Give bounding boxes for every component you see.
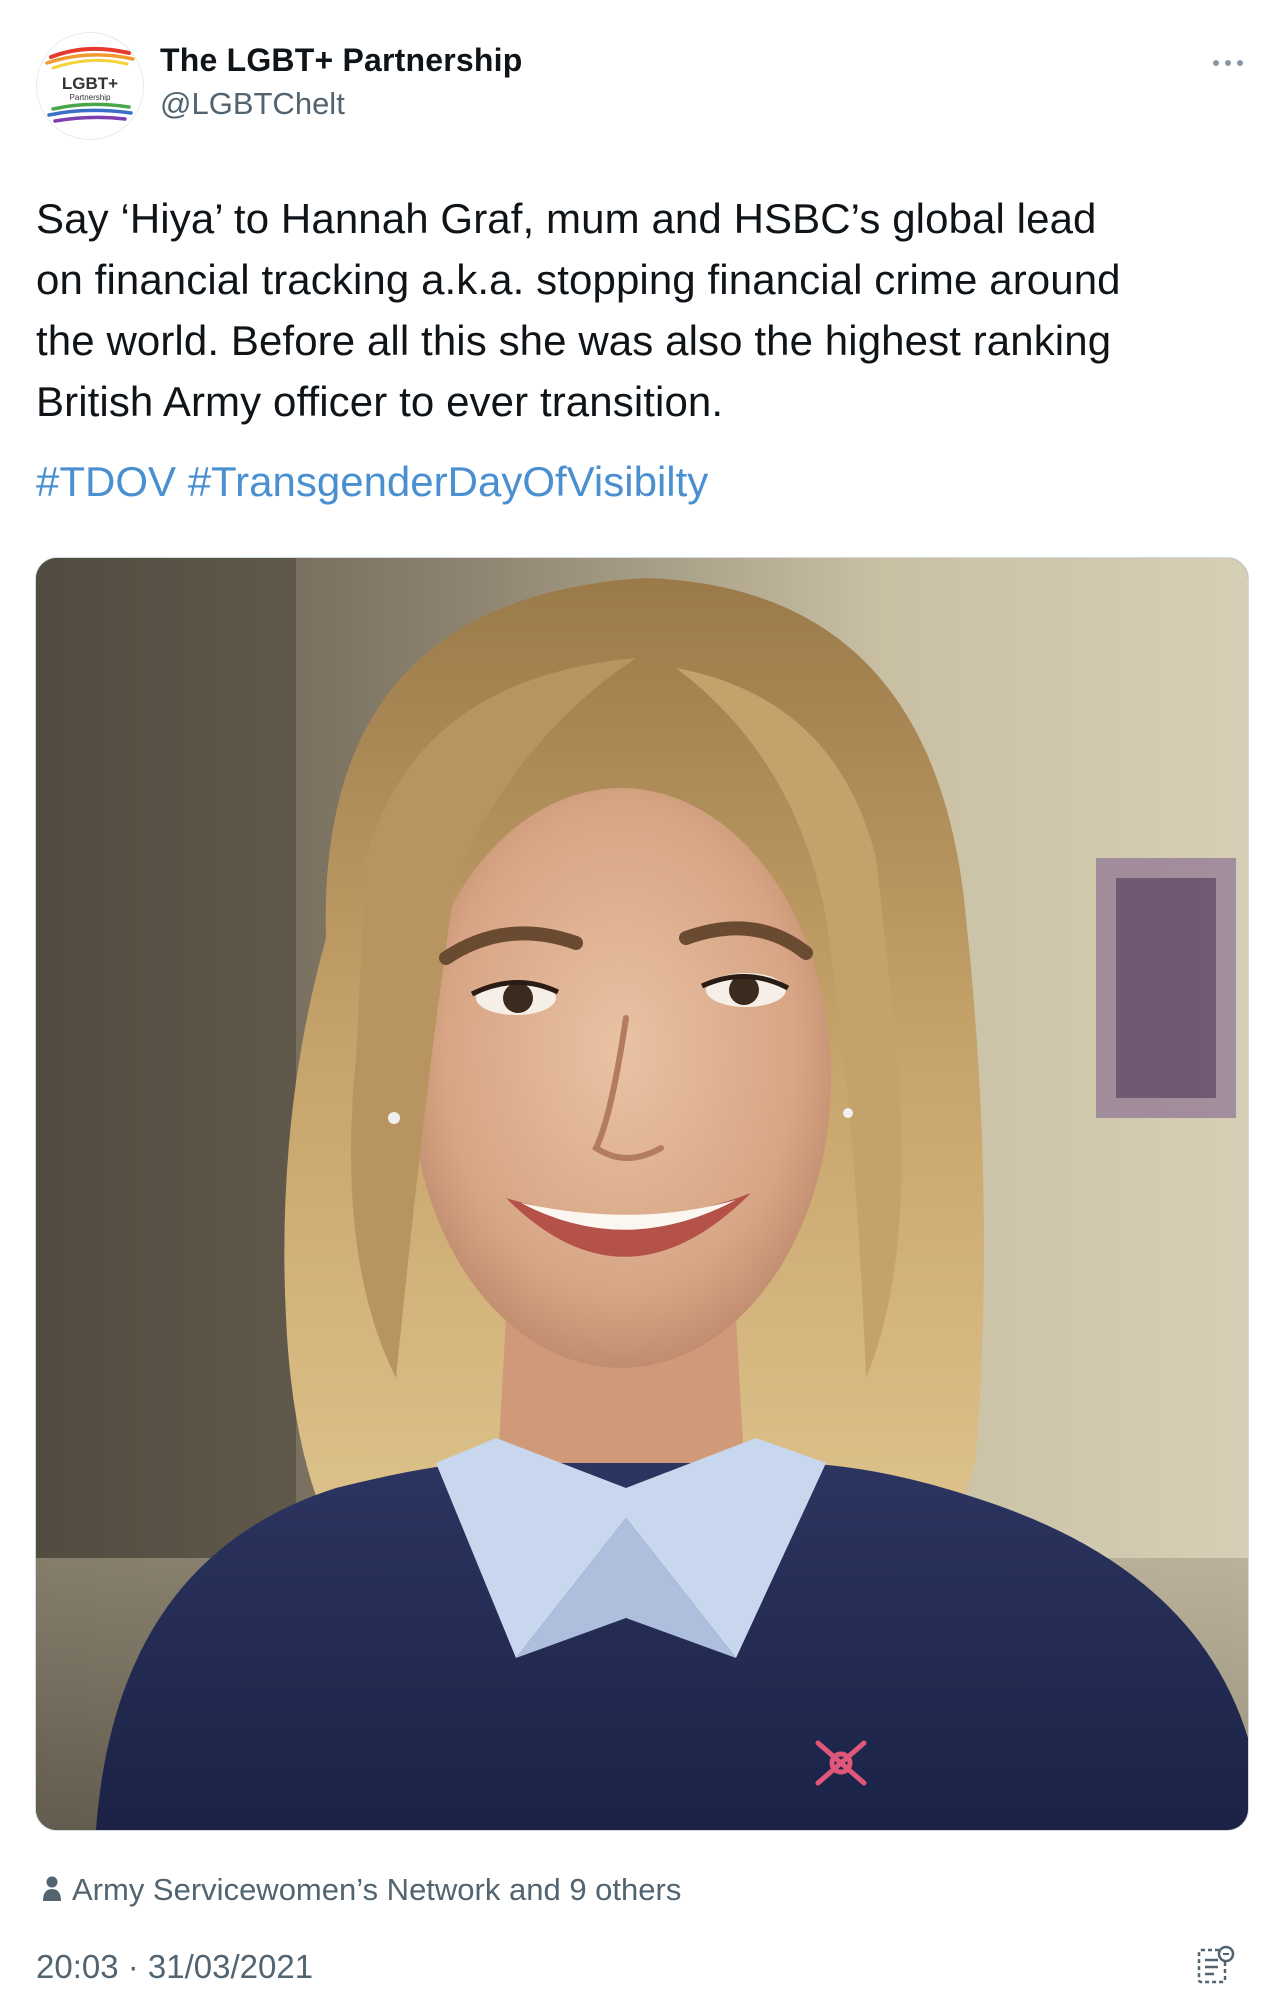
author-handle[interactable]: @LGBTChelt: [160, 86, 345, 122]
more-options-button[interactable]: [1208, 48, 1248, 78]
avatar-logo-text: LGBT+: [62, 74, 118, 93]
tweet-text-line: the world. Before all this she was also …: [36, 317, 1112, 364]
tweet-timestamp[interactable]: 20:03 · 31/03/2021: [36, 1948, 313, 1986]
hashtag-link-tdov[interactable]: #TDOV: [36, 458, 176, 505]
tagged-people-link[interactable]: Army Servicewomen’s Network and 9 others: [42, 1872, 681, 1910]
tweet-photo[interactable]: [35, 557, 1249, 1831]
view-analytics-button[interactable]: [1196, 1944, 1236, 1986]
tweet-text-line: British Army officer to ever transition.: [36, 378, 724, 425]
avatar[interactable]: LGBT+ Partnership: [36, 32, 144, 140]
tweet-text-line: on financial tracking a.k.a. stopping fi…: [36, 256, 1121, 303]
person-icon: [42, 1874, 62, 1910]
tweet-text: Say ‘Hiya’ to Hannah Graf, mum and HSBC’…: [36, 188, 1256, 432]
hashtag-link-transgender-day-of-visibility[interactable]: #TransgenderDayOfVisibilty: [188, 458, 709, 505]
tagged-people-text: Army Servicewomen’s Network and 9 others: [72, 1872, 682, 1907]
avatar-logo-subtext: Partnership: [70, 93, 111, 102]
analytics-icon: [1197, 1945, 1235, 1984]
author-display-name[interactable]: The LGBT+ Partnership: [160, 42, 522, 79]
lgbt-partnership-logo: LGBT+ Partnership: [37, 33, 143, 139]
portrait-photo: [36, 558, 1248, 1830]
tweet-card: LGBT+ Partnership The LGBT+ Partnership …: [0, 0, 1281, 2007]
hashtags: #TDOV #TransgenderDayOfVisibilty: [36, 452, 708, 512]
more-horizontal-icon: [1213, 60, 1243, 66]
tweet-text-line: Say ‘Hiya’ to Hannah Graf, mum and HSBC’…: [36, 195, 1097, 242]
